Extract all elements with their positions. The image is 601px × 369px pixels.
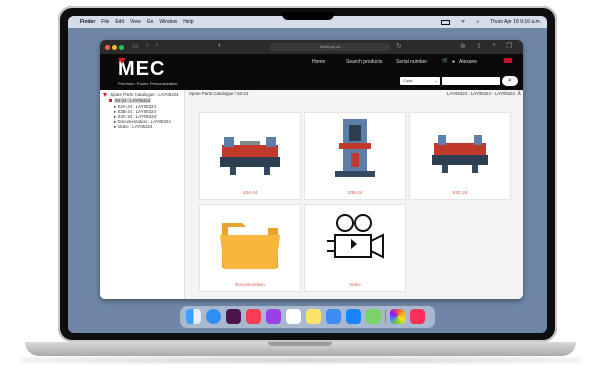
reminders-icon[interactable] (286, 309, 301, 324)
tree-root-label: Spare Parts Catalogue : LAY05324 (110, 92, 179, 97)
tree-item-selected-label: 53-24 : LAY05324 (114, 98, 152, 103)
back-button[interactable]: ‹ (146, 42, 148, 49)
dock-divider (385, 310, 386, 323)
laptop-lip (268, 342, 332, 346)
safari-icon[interactable] (206, 309, 221, 324)
pdf-icon[interactable]: ⅄ (517, 90, 521, 97)
nav-search-products[interactable]: Search products (346, 59, 382, 65)
wifi-icon[interactable]: ᯤ (461, 19, 466, 25)
card-label[interactable]: Documentation (200, 282, 300, 287)
reload-icon[interactable]: ↻ (396, 42, 402, 50)
sidebar-toggle-icon[interactable]: ▭ (132, 42, 139, 50)
video-camera-icon (327, 214, 384, 259)
address-bar[interactable]: lhotsoup.ca (270, 43, 390, 51)
nav-home[interactable]: Home (312, 59, 325, 65)
menu-window[interactable]: Window (159, 19, 177, 25)
browser-toolbar: ▭ ‹ › ◐ lhotsoup.ca ↻ ⊕ ⇪ + ❐ (100, 40, 523, 54)
slack-icon[interactable] (226, 309, 241, 324)
card-label[interactable]: Video (305, 282, 405, 287)
zoom-window-button[interactable] (119, 45, 124, 50)
shield-icon[interactable]: ◐ (218, 42, 222, 49)
menu-file[interactable]: File (101, 19, 109, 25)
press-machine-image (335, 119, 375, 177)
menu-go[interactable]: Go (147, 19, 154, 25)
maps-icon[interactable] (366, 309, 381, 324)
tabs-overview-icon[interactable]: ❐ (506, 42, 512, 50)
podcasts-icon[interactable] (266, 309, 281, 324)
finder-icon[interactable] (186, 309, 201, 324)
music-icon[interactable] (246, 309, 261, 324)
documentation-card[interactable]: Documentation (199, 204, 301, 292)
menubar-status: ᯤ ⌕ Thurs Apr 18 9:16 a.m. (435, 16, 541, 28)
share-icon[interactable]: ⇪ (476, 42, 482, 50)
desktop-screen: Finder File Edit View Go Window Help ᯤ ⌕… (68, 16, 547, 333)
laptop-shadow (20, 356, 581, 364)
card-label[interactable]: S3A-24 (200, 190, 300, 195)
nav-serial-number[interactable]: Serial number (396, 59, 427, 65)
mail-icon[interactable] (326, 309, 341, 324)
site-header: MEC Precision. Power. Personalization. H… (100, 54, 523, 90)
language-flag-icon[interactable] (504, 58, 512, 63)
breadcrumb-right: LAY05324 : LAY05324 - LAY05324 (446, 91, 515, 96)
notes-icon[interactable] (306, 309, 321, 324)
product-card-s3b[interactable]: S3B-24 (304, 112, 406, 200)
catalogue-tree: Spare Parts Catalogue : LAY05324 53-24 :… (100, 90, 185, 299)
browser-window: ▭ ‹ › ◐ lhotsoup.ca ↻ ⊕ ⇪ + ❐ MEC Precis… (100, 40, 523, 299)
close-window-button[interactable] (105, 45, 110, 50)
menu-app-name[interactable]: Finder (80, 19, 95, 25)
minimize-window-button[interactable] (112, 45, 117, 50)
breadcrumb: Spare Parts Catalogue / 53-24 (189, 91, 249, 96)
search-button[interactable]: ⌕ (502, 76, 518, 86)
tree-item-video[interactable]: ▸ Video : LAY05324 (114, 124, 152, 130)
video-card[interactable]: Video (304, 204, 406, 292)
card-label[interactable]: S3B-24 (305, 190, 405, 195)
search-category-select[interactable]: Code ⌄ (400, 77, 440, 85)
laptop-frame: Finder File Edit View Go Window Help ᯤ ⌕… (58, 6, 557, 342)
search-input[interactable] (442, 77, 500, 85)
camera-notch (282, 12, 334, 20)
menu-view[interactable]: View (130, 19, 141, 25)
collapse-triangle-icon[interactable] (103, 92, 107, 97)
macos-dock (180, 306, 435, 328)
machine-image (220, 137, 280, 175)
cart-icon[interactable]: 🛒 (442, 58, 448, 64)
download-icon[interactable]: ⊕ (460, 42, 466, 50)
menu-edit[interactable]: Edit (115, 19, 124, 25)
tree-item-label: Video : LAY05324 (117, 124, 153, 129)
new-tab-icon[interactable]: + (492, 42, 496, 49)
battery-icon[interactable] (440, 19, 450, 25)
machine-image (432, 135, 488, 173)
tree-item-selected[interactable]: 53-24 : LAY05324 (109, 98, 152, 103)
tree-root[interactable]: Spare Parts Catalogue : LAY05324 (103, 92, 179, 97)
menu-help[interactable]: Help (183, 19, 193, 25)
card-label[interactable]: S3C-24 (410, 190, 510, 195)
search-category-value: Code (403, 78, 413, 83)
red-square-icon (109, 99, 112, 102)
news-icon[interactable] (410, 309, 425, 324)
chevron-down-icon: ⌄ (434, 78, 438, 83)
user-icon[interactable]: ● (452, 59, 455, 65)
logo-triangle-icon (118, 58, 126, 64)
product-card-s3c[interactable]: S3C-24 (409, 112, 511, 200)
photos-icon[interactable] (390, 309, 405, 324)
menubar-clock[interactable]: Thurs Apr 18 9:16 a.m. (490, 19, 541, 25)
forward-button[interactable]: › (156, 42, 158, 49)
search-icon[interactable]: ⌕ (476, 19, 479, 25)
catalogue-main: Spare Parts Catalogue / 53-24 LAY05324 :… (185, 90, 523, 299)
product-card-s3a[interactable]: S3A-24 (199, 112, 301, 200)
folder-icon (220, 223, 280, 269)
app-store-icon[interactable] (346, 309, 361, 324)
user-name[interactable]: Alexane (459, 59, 477, 65)
site-tagline: Precision. Power. Personalization. (118, 81, 179, 86)
